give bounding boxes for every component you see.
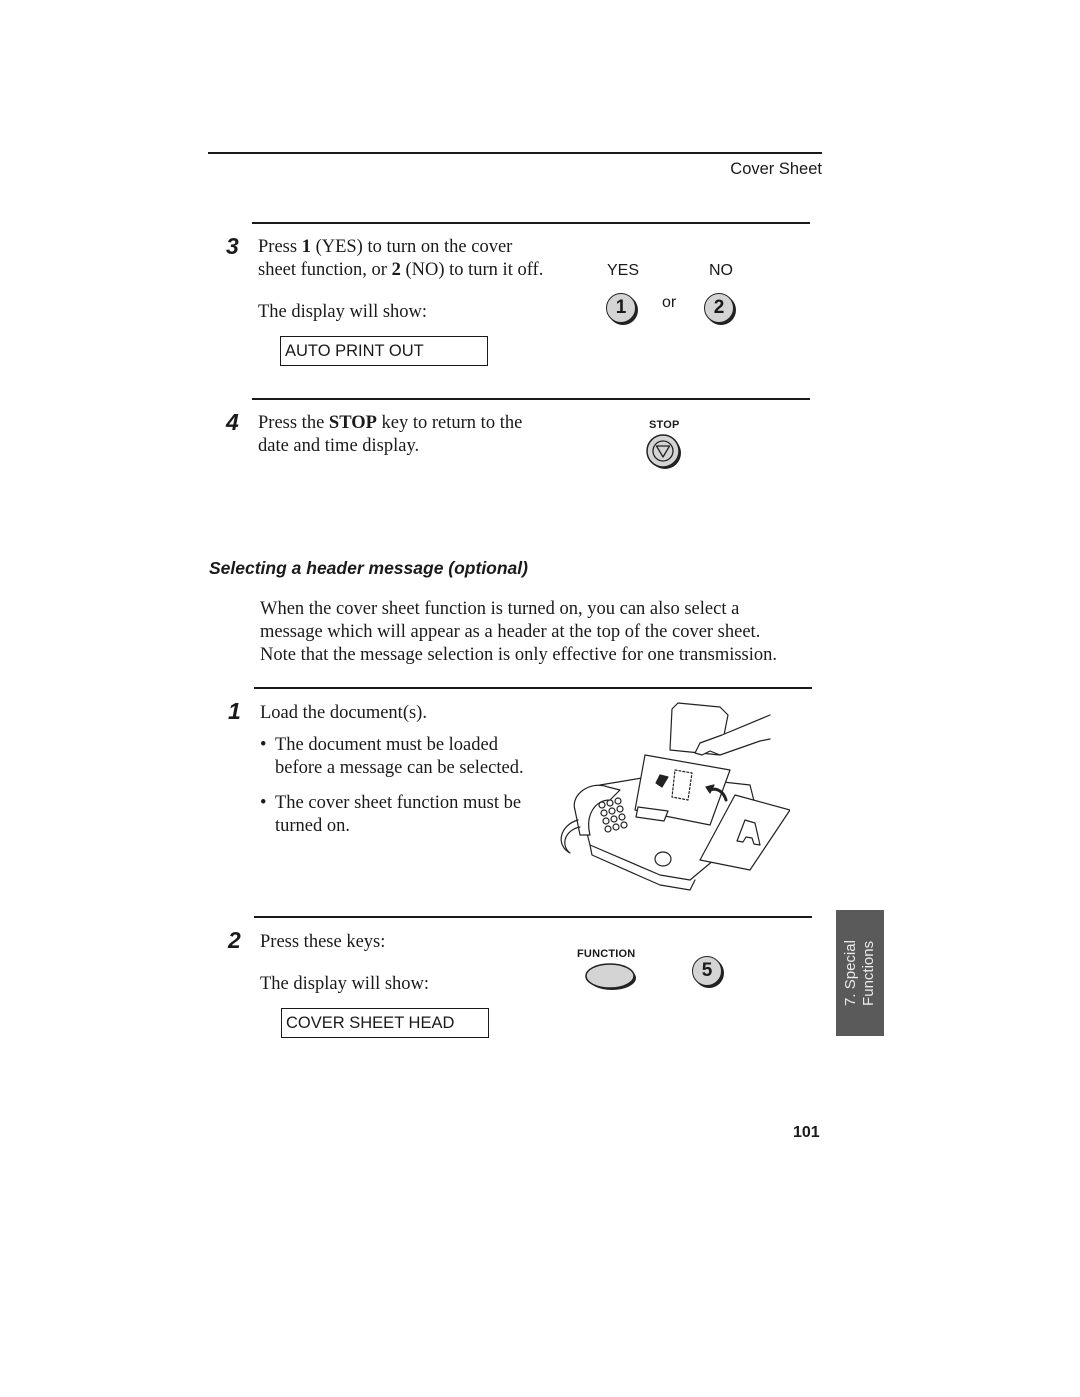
bullet-dot: • xyxy=(260,735,267,755)
bullet-1-line1-text: The document must be loaded xyxy=(275,735,498,755)
step4-line1-b: key to return to the xyxy=(376,413,523,433)
key-2-button[interactable]: 2 xyxy=(704,293,734,323)
step1-bullet-2-line2: turned on. xyxy=(275,816,351,836)
top-rule xyxy=(208,152,822,154)
step3-line1-a: Press xyxy=(258,237,302,257)
page-number: 101 xyxy=(793,1124,820,1141)
step1-number: 1 xyxy=(228,698,241,724)
step3-line2-b: (NO) to turn it off. xyxy=(400,260,544,280)
step4-line1-bold: STOP xyxy=(328,413,377,433)
step3-line1-bold: 1 xyxy=(301,237,311,257)
step1-bullet-2-line1: • The cover sheet function must be xyxy=(260,792,521,815)
section-title: Cover Sheet xyxy=(730,160,822,178)
section-intro-line-1: When the cover sheet function is turned … xyxy=(260,599,740,619)
lcd-display-auto-print-out: AUTO PRINT OUT xyxy=(280,336,488,366)
section-heading: Selecting a header message (optional) xyxy=(209,558,528,578)
step1-bullet-1-line1: • The document must be loaded xyxy=(260,734,498,757)
step3-rule xyxy=(252,222,810,224)
no-label: NO xyxy=(709,262,733,279)
step4-rule xyxy=(252,398,810,400)
function-label: FUNCTION xyxy=(577,948,636,960)
section-intro-line-3: Note that the message selection is only … xyxy=(260,645,778,665)
bullet-2-line1-text: The cover sheet function must be xyxy=(275,793,522,813)
section-intro-line-2: message which will appear as a header at… xyxy=(260,622,761,642)
step1-bullet-1-line2: before a message can be selected. xyxy=(275,758,524,778)
step4-line2: date and time display. xyxy=(258,436,420,456)
step2-display-intro: The display will show: xyxy=(260,974,430,994)
step3-line2-a: sheet function, or xyxy=(258,260,392,280)
step3-display-intro: The display will show: xyxy=(258,302,428,322)
stop-label: STOP xyxy=(649,419,680,431)
step1-rule xyxy=(254,687,812,689)
side-tab-line-2: Functions xyxy=(860,940,877,1006)
or-label: or xyxy=(662,294,677,311)
key-5-button[interactable]: 5 xyxy=(692,956,722,986)
step4-line1-a: Press the xyxy=(258,413,329,433)
step2-text: Press these keys: xyxy=(260,932,386,952)
step3-line1: Press 1 (YES) to turn on the cover xyxy=(258,236,512,259)
side-tab-line-1: 7. Special xyxy=(842,940,859,1006)
step2-number: 2 xyxy=(228,927,241,953)
key-1-button[interactable]: 1 xyxy=(606,293,636,323)
lcd-display-cover-sheet-head: COVER SHEET HEAD xyxy=(281,1008,489,1038)
step1-text: Load the document(s). xyxy=(260,703,427,723)
function-button[interactable] xyxy=(585,962,637,992)
step2-rule xyxy=(254,916,812,918)
stop-button[interactable] xyxy=(646,434,682,470)
side-tab-text: 7. Special Functions xyxy=(842,940,878,1006)
step3-line2: sheet function, or 2 (NO) to turn it off… xyxy=(258,259,543,282)
step4-line1: Press the STOP key to return to the xyxy=(258,412,522,435)
fax-machine-illustration xyxy=(550,695,791,895)
step4-number: 4 xyxy=(226,409,239,435)
step3-line2-bold: 2 xyxy=(391,260,401,280)
yes-label: YES xyxy=(607,262,640,279)
function-key-icon xyxy=(585,963,636,990)
bullet-dot: • xyxy=(260,793,267,813)
chapter-side-tab[interactable]: 7. Special Functions xyxy=(836,910,884,1036)
step3-number: 3 xyxy=(226,233,239,259)
step3-line1-b: (YES) to turn on the cover xyxy=(310,237,513,257)
stop-triangle-icon xyxy=(646,434,681,469)
